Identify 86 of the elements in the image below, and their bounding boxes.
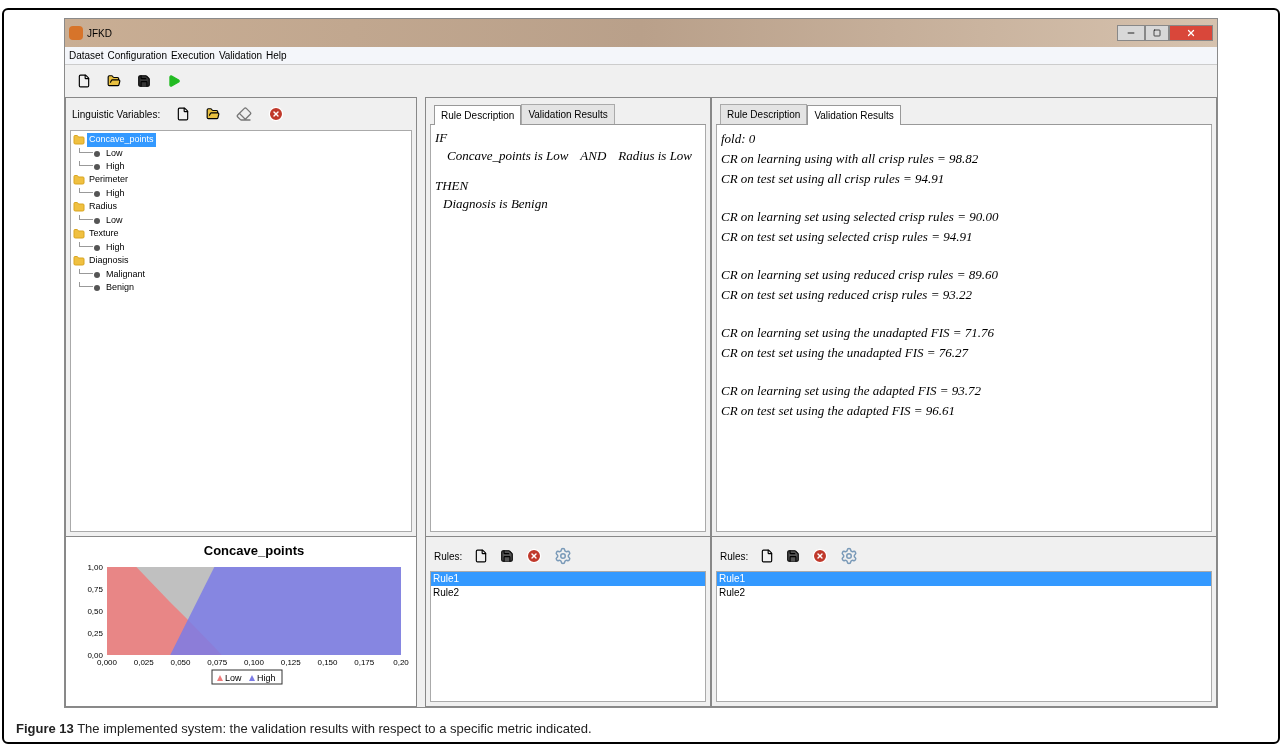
y-tick-label: 0,00 <box>87 651 103 660</box>
window-title: JFKD <box>87 26 113 41</box>
result-line: CR on learning set using reduced crisp rules = 89.60 <box>721 266 999 284</box>
tab[interactable]: Rule Description <box>434 105 522 125</box>
tree-item[interactable]: Low <box>104 146 125 161</box>
x-tick-label: 0,025 <box>133 658 154 667</box>
maximize-icon <box>1153 29 1161 37</box>
result-line: CR on test set using the unadapted FIS = 76.27 <box>721 344 970 362</box>
chart-title: Concave_points <box>203 543 305 558</box>
folder-icon <box>73 255 85 267</box>
menu-item[interactable]: Validation <box>218 48 263 63</box>
result-line: CR on test set using selected crisp rules = 94.91 <box>721 228 974 246</box>
fold-label: fold: 0 <box>721 130 757 148</box>
new-file-icon[interactable] <box>77 74 91 88</box>
y-tick-label: 0,50 <box>87 607 103 616</box>
tree-item[interactable]: Malignant <box>104 267 148 282</box>
tree-item[interactable]: Perimeter <box>87 173 130 187</box>
folder-icon <box>73 228 85 240</box>
tab[interactable]: Validation Results <box>807 105 901 125</box>
tree-item[interactable]: Radius <box>87 200 119 214</box>
delete-icon[interactable] <box>812 548 829 564</box>
tree-item[interactable]: High <box>104 186 127 201</box>
result-line: CR on learning set using selected crisp rules = 90.00 <box>721 208 1000 226</box>
figure-caption: Figure 13 The implemented system: the validation results with respect to a specific metric indicated. <box>16 721 592 736</box>
x-tick-label: 0,100 <box>244 658 264 667</box>
close-icon <box>1186 28 1196 38</box>
tree-item[interactable]: Diagnosis <box>87 254 131 268</box>
rule-conclusion: Diagnosis is Benign <box>442 195 549 213</box>
x-tick-label: 0,150 <box>317 658 338 667</box>
x-tick-label: 0,075 <box>207 658 228 667</box>
minimize-button[interactable] <box>1117 25 1145 41</box>
rule-item[interactable]: Rule2 <box>717 586 1211 600</box>
y-tick-label: 0,25 <box>87 629 103 638</box>
rule-item[interactable]: Rule2 <box>431 586 705 600</box>
menu-item[interactable]: Dataset <box>69 48 104 63</box>
folder-icon <box>73 201 85 213</box>
x-tick-label: 0,20 <box>393 658 409 667</box>
new-file-icon[interactable] <box>474 549 489 563</box>
y-tick-label: 0,75 <box>87 585 103 594</box>
delete-icon[interactable] <box>526 548 543 564</box>
save-icon[interactable] <box>786 549 801 563</box>
save-icon[interactable] <box>137 74 151 88</box>
chart-legend <box>211 669 283 685</box>
open-folder-icon[interactable] <box>206 107 221 121</box>
tab[interactable]: Validation Results <box>521 104 615 124</box>
rules-label: Rules: <box>720 549 749 564</box>
menu-item[interactable]: Configuration <box>107 48 167 63</box>
result-line: CR on test set using the adapted FIS = 96.61 <box>721 402 957 420</box>
legend-label: High <box>257 673 276 683</box>
rule-condition: Radius is Low <box>618 147 693 165</box>
result-line: CR on learning set using the adapted FIS = 93.72 <box>721 382 983 400</box>
eraser-icon[interactable] <box>236 106 253 122</box>
x-tick-label: 0,125 <box>280 658 301 667</box>
delete-icon[interactable] <box>268 106 285 122</box>
y-tick-label: 1,00 <box>87 563 103 572</box>
app-icon <box>69 26 83 40</box>
tab[interactable]: Rule Description <box>720 104 808 124</box>
save-icon[interactable] <box>500 549 515 563</box>
rule-condition: Concave_points is Low <box>447 147 569 165</box>
tree-item[interactable]: High <box>104 240 127 255</box>
rule-condition: AND <box>580 147 607 165</box>
x-tick-label: 0,000 <box>97 658 117 667</box>
then-keyword: THEN <box>435 177 470 195</box>
menu-item[interactable]: Execution <box>170 48 215 63</box>
open-folder-icon[interactable] <box>107 74 121 88</box>
variables-label: Linguistic Variables: <box>72 107 161 122</box>
folder-icon <box>73 134 85 146</box>
result-line: CR on test set using all crisp rules = 94.91 <box>721 170 946 188</box>
folder-icon <box>73 174 85 186</box>
tree-item[interactable]: Low <box>104 213 125 228</box>
x-tick-label: 0,050 <box>170 658 191 667</box>
rules-label: Rules: <box>434 549 463 564</box>
settings-icon[interactable] <box>840 547 859 565</box>
tree-item[interactable]: Texture <box>87 227 121 241</box>
tree-item[interactable]: Benign <box>104 280 137 295</box>
settings-icon[interactable] <box>554 547 573 565</box>
result-line: CR on learning using with all crisp rules = 98.82 <box>721 150 980 168</box>
legend-label: Low <box>225 673 243 683</box>
result-line: CR on test set using reduced crisp rules = 93.22 <box>721 286 973 304</box>
if-keyword: IF <box>435 129 449 147</box>
menu-item[interactable]: Help <box>266 48 287 63</box>
tree-item[interactable]: High <box>104 159 127 174</box>
new-file-icon[interactable] <box>760 549 775 563</box>
x-tick-label: 0,175 <box>354 658 375 667</box>
new-file-icon[interactable] <box>176 107 191 121</box>
result-line: CR on learning set using the unadapted FIS = 71.76 <box>721 324 996 342</box>
